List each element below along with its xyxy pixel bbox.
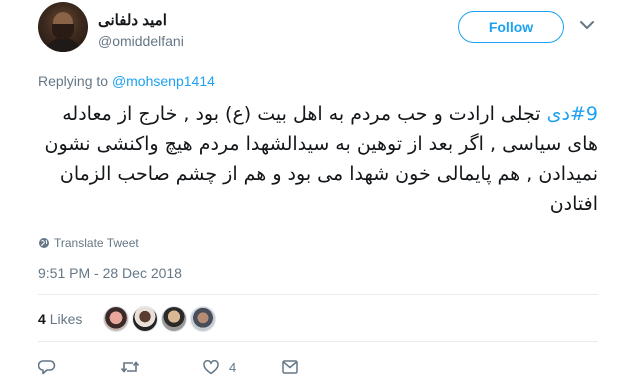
message-icon (282, 360, 298, 374)
likes-stat[interactable]: 4 Likes (38, 311, 82, 327)
replying-prefix: Replying to (38, 73, 109, 89)
translate-tweet[interactable]: Translate Tweet (38, 236, 139, 250)
tweet-text: #9دی تجلی ارادت و حب مردم به اهل بیت (ع)… (38, 99, 598, 219)
replying-to: Replying to @mohsenp1414 (38, 73, 215, 89)
display-name[interactable]: امید دلفانی (98, 11, 298, 29)
follow-button[interactable]: Follow (458, 11, 564, 43)
hashtag-link[interactable]: #9دی (547, 103, 598, 125)
globe-icon (39, 238, 49, 248)
direct-message-button[interactable] (282, 357, 298, 377)
divider (38, 294, 598, 295)
chevron-down-icon[interactable] (578, 18, 596, 32)
liker-avatar[interactable] (190, 306, 216, 332)
follow-button-label: Follow (488, 19, 534, 35)
likes-count: 4 (38, 311, 46, 327)
tweet-body: تجلی ارادت و حب مردم به اهل بیت (ع) بود … (44, 103, 598, 215)
heart-icon (203, 359, 219, 374)
retweet-button[interactable] (120, 357, 140, 377)
likes-label: Likes (49, 311, 83, 327)
like-button[interactable]: 4 (203, 357, 236, 377)
like-count: 4 (229, 359, 237, 375)
user-handle[interactable]: @omiddelfani (98, 33, 184, 49)
liker-avatar[interactable] (161, 306, 187, 332)
timestamp[interactable]: 9:51 PM - 28 Dec 2018 (38, 265, 182, 281)
translate-label: Translate Tweet (54, 236, 139, 250)
liker-avatar[interactable] (132, 306, 158, 332)
retweet-icon (120, 361, 140, 373)
liker-avatar[interactable] (103, 306, 129, 332)
reply-button[interactable] (38, 357, 56, 377)
reply-target-link[interactable]: @mohsenp1414 (112, 73, 215, 89)
avatar[interactable] (38, 2, 88, 52)
divider (38, 341, 598, 342)
reply-icon (38, 360, 56, 375)
